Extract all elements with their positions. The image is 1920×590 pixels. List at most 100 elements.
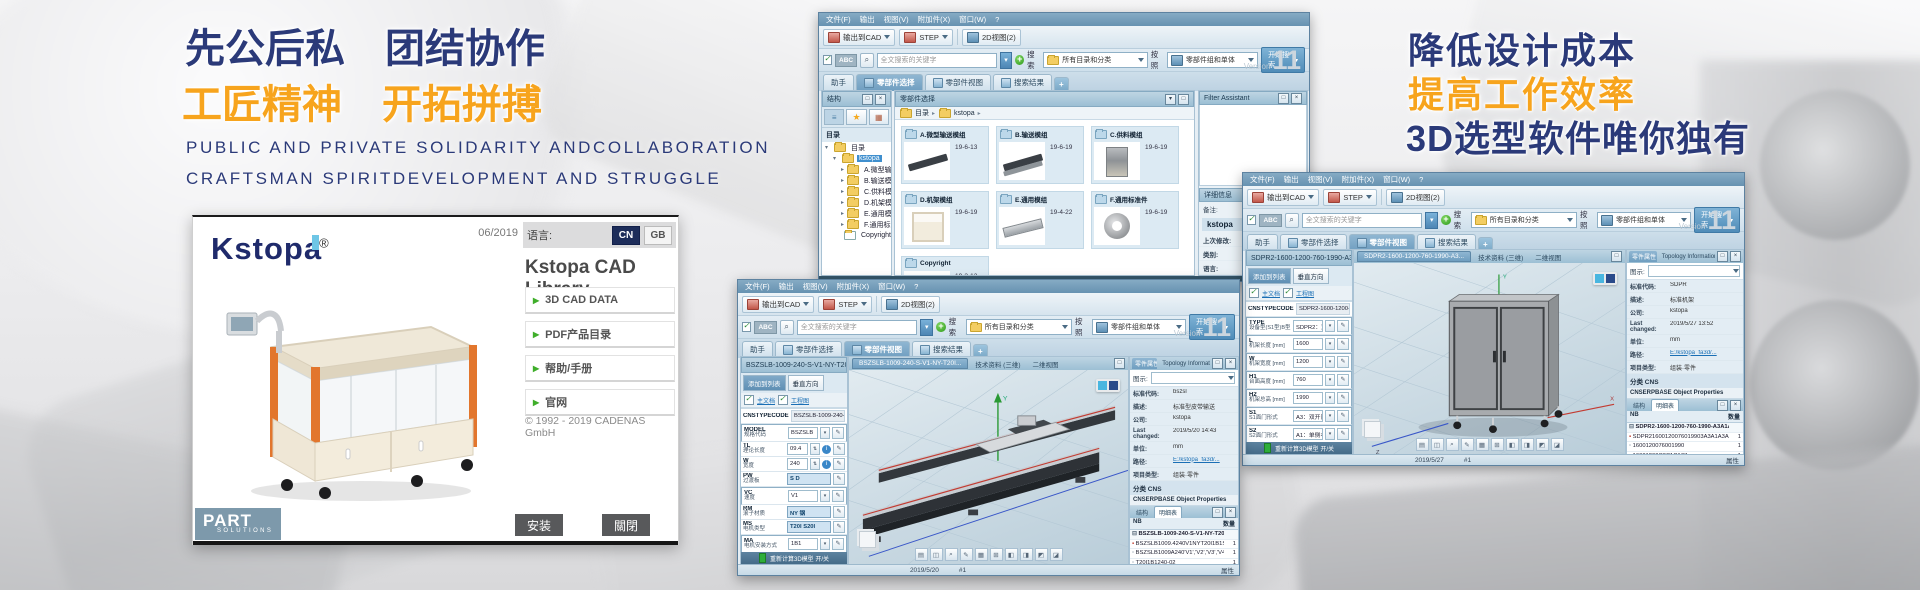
tab-2d-view[interactable]: 二维视图 bbox=[1530, 251, 1566, 263]
catalog-card[interactable]: E.通用模组 19-4-22 bbox=[996, 191, 1084, 249]
edit-icon[interactable] bbox=[832, 538, 844, 550]
search-settings-icon[interactable]: ⌕ bbox=[780, 320, 794, 335]
menu-item[interactable]: ? bbox=[1419, 175, 1423, 184]
export-cad-button[interactable]: 输出到CAD bbox=[742, 296, 814, 313]
parameter-row[interactable]: W宽度 240 i bbox=[741, 457, 847, 472]
tree-item[interactable]: D.机架模组 bbox=[822, 197, 891, 208]
maximize-icon[interactable]: □ bbox=[1611, 251, 1622, 262]
3d-viewport[interactable]: BSZSLB-1009-240-S-V1-NY-T20I... 技术资料 (三维… bbox=[848, 356, 1129, 565]
viewport-tool-icon[interactable]: ▤ bbox=[915, 548, 928, 561]
add-search-icon[interactable]: + bbox=[1015, 55, 1024, 65]
chevron-down-icon[interactable] bbox=[1325, 392, 1335, 404]
parameter-row[interactable]: L机架长度 [mm] 1600 i bbox=[1246, 335, 1352, 353]
installer-menu-item[interactable]: 帮助/手册 bbox=[525, 355, 675, 382]
install-button[interactable]: 安装 bbox=[515, 514, 563, 536]
tab-topology-info[interactable]: Topology Information bbox=[1659, 253, 1715, 261]
catalog-card[interactable]: F.通用标准件 19-6-19 bbox=[1091, 191, 1179, 249]
search-dropdown-button[interactable]: ▾ bbox=[920, 319, 933, 336]
maximize-icon[interactable]: □ bbox=[1717, 400, 1728, 411]
edit-icon[interactable] bbox=[1337, 428, 1349, 440]
add-search-icon[interactable]: + bbox=[1441, 215, 1450, 225]
edit-icon[interactable] bbox=[833, 521, 845, 533]
edit-icon[interactable] bbox=[1337, 392, 1349, 404]
parameter-value[interactable]: 1200 bbox=[1293, 356, 1323, 368]
language-cn-button[interactable]: CN bbox=[612, 226, 640, 245]
parameter-row[interactable]: TL理论长度 09.4 i bbox=[741, 442, 847, 457]
viewport-tool-icon[interactable]: ⌕ bbox=[945, 548, 958, 561]
breadcrumb-item[interactable]: kstopa bbox=[939, 109, 981, 118]
viewport-tool-icon[interactable]: ✎ bbox=[960, 548, 973, 561]
menu-item[interactable]: 窗口(W) bbox=[878, 281, 905, 292]
search-settings-icon[interactable]: ⌕ bbox=[1285, 213, 1299, 228]
tree-item[interactable]: kstopa bbox=[822, 153, 891, 164]
chevron-down-icon[interactable] bbox=[1325, 374, 1335, 386]
catalog-card[interactable]: B.输送模组 19-6-19 bbox=[996, 126, 1084, 184]
2d-view-button[interactable]: 2D视图(2) bbox=[962, 29, 1021, 46]
info-icon[interactable]: i bbox=[822, 460, 831, 469]
tree-item[interactable]: E.通用模组 bbox=[822, 208, 891, 219]
menu-item[interactable]: 输出 bbox=[860, 14, 875, 25]
parameter-row[interactable]: W机架宽度 [mm] 1200 i bbox=[1246, 353, 1352, 371]
search-input[interactable] bbox=[877, 53, 997, 68]
viewport-tool-icon[interactable]: ▦ bbox=[1476, 438, 1489, 451]
edit-icon[interactable] bbox=[833, 506, 845, 518]
tab-bom[interactable]: 明细表 bbox=[1651, 399, 1679, 411]
parameter-row[interactable]: H2机架总高 [mm] 1990 i bbox=[1246, 389, 1352, 407]
export-cad-button[interactable]: 输出到CAD bbox=[823, 29, 895, 46]
parameter-value[interactable]: NY 钢 bbox=[787, 506, 831, 518]
add-search-icon[interactable]: + bbox=[936, 322, 945, 332]
parameter-row[interactable]: RM滚子材质 NY 钢 i bbox=[741, 505, 847, 520]
bom-row[interactable]: SDPR2-1600-1200-760-1990-A3A1A3A1-A3A1A.… bbox=[1627, 423, 1743, 433]
add-to-list-button[interactable]: 添加到列表 bbox=[1248, 268, 1291, 284]
search-input[interactable] bbox=[797, 320, 917, 335]
chevron-down-icon[interactable] bbox=[810, 458, 820, 470]
info-path-link[interactable]: E:/kstopa_fa3d/... bbox=[1173, 457, 1235, 466]
parameter-value[interactable]: 240 bbox=[787, 458, 808, 470]
installer-menu-item[interactable]: 3D CAD DATA bbox=[525, 287, 675, 314]
parameter-value[interactable]: SDPR2-1600-1200-760-1... bbox=[1296, 303, 1350, 315]
tree-item[interactable]: F.通用标准件 bbox=[822, 219, 891, 230]
close-icon[interactable]: × bbox=[1291, 93, 1302, 104]
history-calendar-icon[interactable]: ▦ bbox=[869, 109, 889, 125]
part-code-tab[interactable]: SDPR2-1600-1200-760-1990-A3... bbox=[1357, 251, 1471, 262]
3d-viewport[interactable]: SDPR2-1600-1200-760-1990-A3... 技术资料 (三维)… bbox=[1353, 249, 1626, 455]
doc-checkbox[interactable] bbox=[778, 395, 788, 405]
viewport-tool-icon[interactable]: ◧ bbox=[1005, 548, 1018, 561]
viewport-tool-icon[interactable]: ◨ bbox=[1521, 438, 1534, 451]
chevron-down-icon[interactable] bbox=[1325, 428, 1335, 440]
menu-item[interactable]: 文件(F) bbox=[826, 14, 851, 25]
edit-icon[interactable] bbox=[1337, 410, 1349, 422]
main-doc-link[interactable]: 主文档 bbox=[1262, 289, 1280, 298]
add-to-list-button[interactable]: 添加到列表 bbox=[743, 375, 786, 391]
viewport-tool-icon[interactable]: ◩ bbox=[1035, 548, 1048, 561]
search-scope-select[interactable]: 所有目录和分类 bbox=[966, 319, 1072, 335]
edit-icon[interactable] bbox=[1337, 356, 1349, 368]
tab-tech-data-3d[interactable]: 技术资料 (三维) bbox=[1473, 251, 1528, 263]
chevron-down-icon[interactable] bbox=[810, 443, 820, 455]
layout-icon[interactable]: ▾ bbox=[1165, 94, 1176, 105]
close-icon[interactable]: × bbox=[1225, 507, 1236, 518]
step-export-button[interactable]: STEP bbox=[1323, 189, 1377, 206]
parameter-row[interactable]: S2S2面门形式 A1：单侧右开门-铝框 i bbox=[1246, 425, 1352, 442]
parameter-value[interactable]: 1B1 bbox=[788, 538, 818, 550]
tree-item[interactable]: 目录 bbox=[822, 142, 891, 153]
search-dropdown-button[interactable]: ▾ bbox=[1000, 52, 1013, 69]
edit-icon[interactable] bbox=[1337, 374, 1349, 386]
search-type-select[interactable]: 零部件组和单体 bbox=[1092, 319, 1186, 335]
tab-topology-info[interactable]: Topology Information bbox=[1159, 360, 1210, 368]
close-icon[interactable]: × bbox=[1730, 251, 1741, 262]
menu-item[interactable]: 视图(V) bbox=[884, 14, 909, 25]
chevron-down-icon[interactable] bbox=[1325, 410, 1335, 422]
menu-item[interactable]: 输出 bbox=[1284, 174, 1299, 185]
vertical-direction-button[interactable]: 垂直方向 bbox=[788, 375, 824, 391]
viewport-tool-icon[interactable]: ✎ bbox=[1461, 438, 1474, 451]
chevron-down-icon[interactable] bbox=[1325, 356, 1335, 368]
parameter-row[interactable]: VC速度 V1 i bbox=[741, 487, 847, 505]
step-export-button[interactable]: STEP bbox=[899, 29, 953, 46]
edit-icon[interactable] bbox=[832, 427, 844, 439]
catalog-view-icon[interactable]: ≡ bbox=[824, 109, 844, 125]
parameter-row[interactable]: PW过渡板 S D i bbox=[741, 472, 847, 487]
tree-item[interactable]: A.微型输送模组 bbox=[822, 164, 891, 175]
close-button[interactable]: 關閉 bbox=[602, 514, 650, 536]
drawing-link[interactable]: 工程图 bbox=[1296, 289, 1314, 298]
